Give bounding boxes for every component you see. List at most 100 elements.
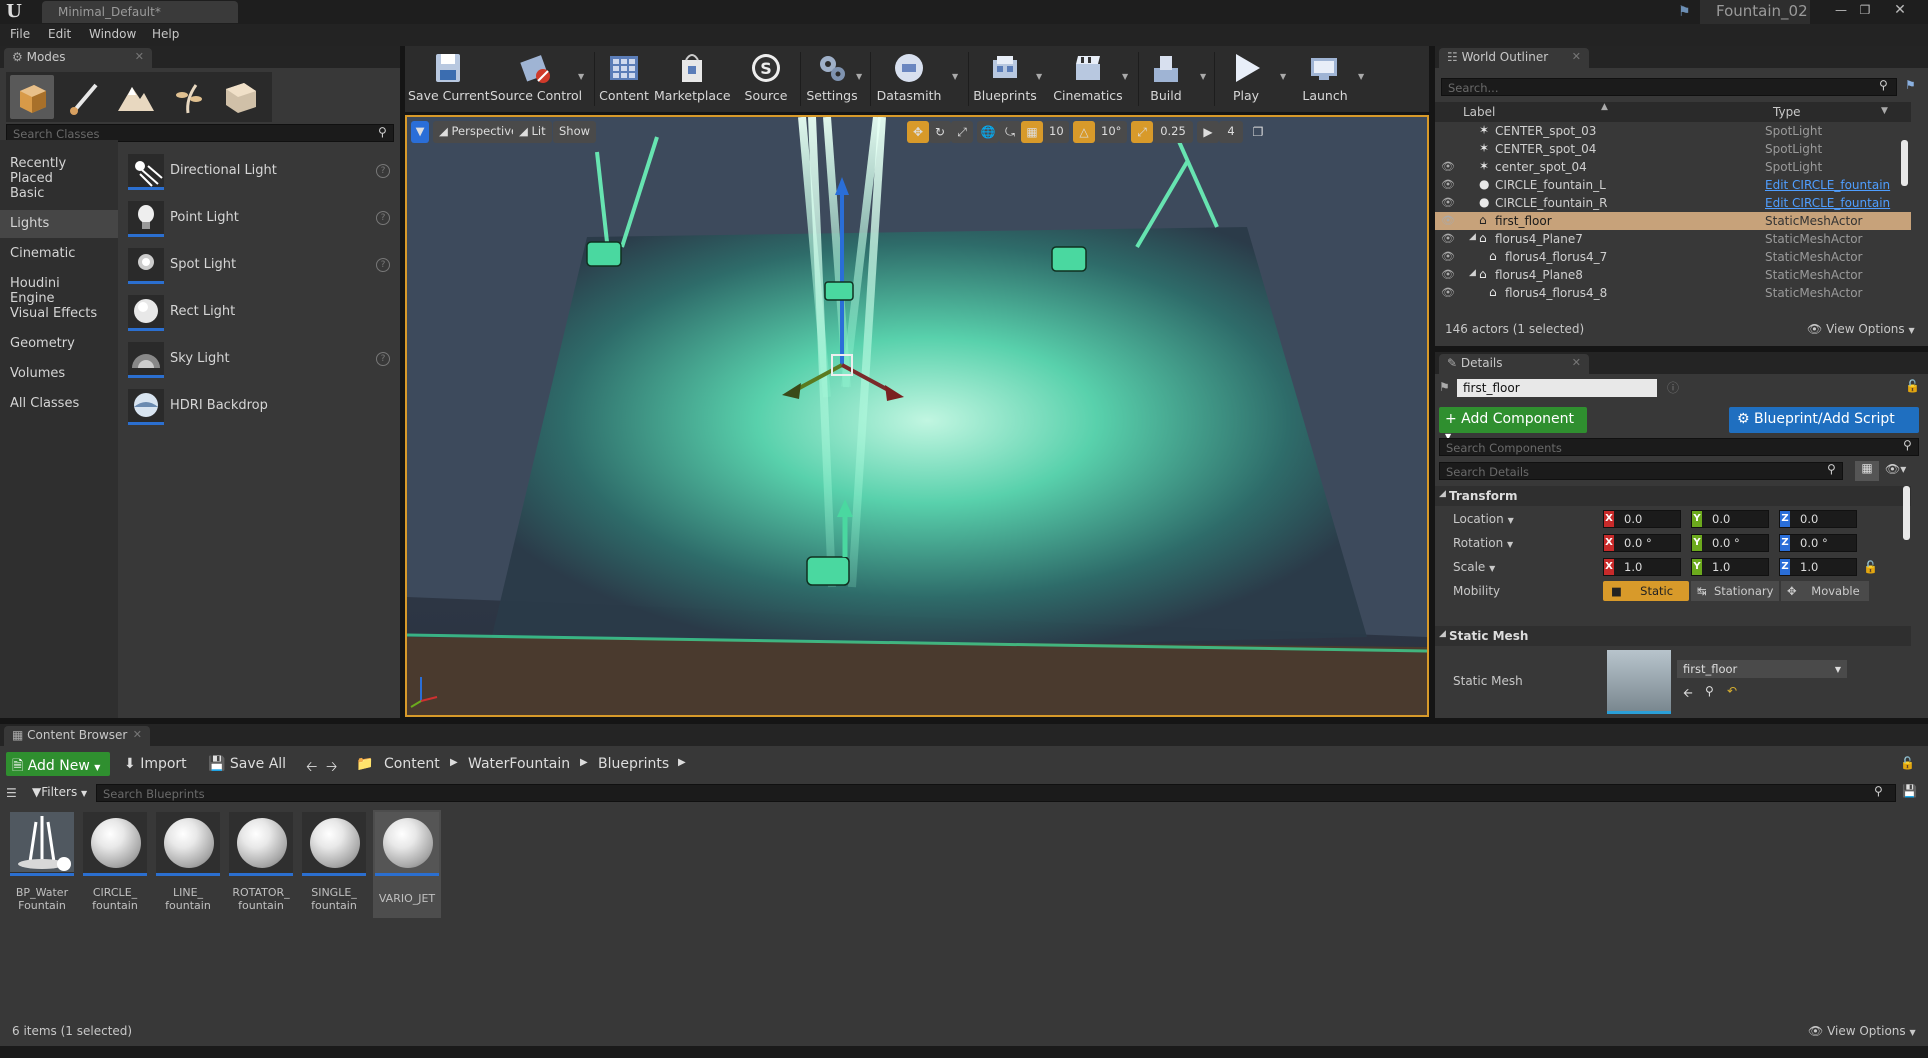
label-column-header[interactable]: Label bbox=[1463, 105, 1495, 119]
search-details-input[interactable]: Search Details bbox=[1439, 462, 1843, 480]
static-mesh-thumbnail[interactable] bbox=[1607, 650, 1671, 714]
category-cinematic[interactable]: Cinematic bbox=[0, 240, 118, 268]
minimize-icon[interactable]: — bbox=[1830, 2, 1852, 18]
outliner-options-icon[interactable]: ⚑ bbox=[1905, 78, 1916, 92]
outliner-row[interactable]: ✶ CENTER_spot_04 SpotLight bbox=[1435, 140, 1911, 158]
content-browser-tab[interactable]: ▦ Content Browser ✕ bbox=[4, 726, 150, 746]
grid-snap-icon[interactable]: ▦ bbox=[1021, 121, 1043, 143]
world-outliner-tab[interactable]: ☷ World Outliner ✕ bbox=[1439, 48, 1589, 68]
visibility-eye-icon[interactable]: 👁 bbox=[1441, 214, 1455, 227]
translate-tool-icon[interactable]: ✥ bbox=[907, 121, 929, 143]
edit-blueprint-link[interactable]: Edit CIRCLE_fountain bbox=[1765, 178, 1890, 192]
help-icon[interactable]: ? bbox=[376, 258, 390, 272]
datasmith-dropdown-icon[interactable]: ▼ bbox=[952, 72, 958, 81]
breadcrumb-content[interactable]: Content bbox=[384, 756, 440, 772]
blueprints-button[interactable]: Blueprints bbox=[972, 48, 1038, 110]
property-matrix-icon[interactable]: ▦ bbox=[1855, 461, 1879, 481]
browse-icon[interactable]: ⚲ bbox=[1705, 684, 1714, 698]
scale-lock-icon[interactable]: 🔓 bbox=[1863, 560, 1878, 574]
details-tab[interactable]: ✎ Details ✕ bbox=[1439, 354, 1589, 374]
light-item-hdri[interactable]: HDRI Backdrop bbox=[124, 385, 396, 429]
visibility-eye-icon[interactable]: 👁 bbox=[1441, 178, 1455, 191]
source-control-button[interactable]: Source Control bbox=[490, 48, 582, 110]
visibility-eye-icon[interactable]: 👁 bbox=[1441, 160, 1455, 173]
lock-icon[interactable]: 🔓 bbox=[1900, 756, 1915, 770]
lock-icon[interactable]: 🔓 bbox=[1905, 379, 1920, 393]
viewport-menu-icon[interactable]: ▼ bbox=[411, 121, 429, 143]
close-tab-icon[interactable]: ✕ bbox=[1572, 356, 1581, 369]
menu-edit[interactable]: Edit bbox=[48, 27, 71, 41]
rotation-z-field[interactable]: Z 0.0 ° bbox=[1779, 534, 1857, 552]
location-label[interactable]: Location ▼ bbox=[1453, 512, 1514, 526]
use-selected-icon[interactable]: 🡨 bbox=[1683, 684, 1693, 705]
category-basic[interactable]: Basic bbox=[0, 180, 118, 208]
content-view-options[interactable]: 👁 View Options ▼ bbox=[1808, 1024, 1916, 1038]
details-view-options-icon[interactable]: 👁▾ bbox=[1885, 462, 1906, 476]
asset-tile[interactable]: ROTATOR_ fountain bbox=[227, 810, 295, 918]
cinematics-button[interactable]: Cinematics bbox=[1052, 48, 1124, 110]
close-tab-icon[interactable]: ✕ bbox=[1572, 50, 1581, 63]
visibility-eye-icon[interactable]: 👁 bbox=[1441, 286, 1455, 299]
level-tab[interactable]: Minimal_Default* bbox=[42, 1, 238, 23]
category-volumes[interactable]: Volumes bbox=[0, 360, 118, 388]
scale-z-field[interactable]: Z 1.0 bbox=[1779, 558, 1857, 576]
category-houdini-engine[interactable]: Houdini Engine bbox=[0, 270, 118, 306]
breadcrumb-waterfountain[interactable]: WaterFountain bbox=[468, 756, 570, 772]
scale-tool-icon[interactable]: ⤢ bbox=[951, 121, 973, 143]
category-geometry[interactable]: Geometry bbox=[0, 330, 118, 358]
world-space-icon[interactable]: 🌐 bbox=[977, 121, 999, 143]
close-window-icon[interactable]: ✕ bbox=[1880, 2, 1920, 18]
import-button[interactable]: ⬇ Import bbox=[124, 756, 187, 772]
expand-arrow-icon[interactable]: ◢ bbox=[1469, 232, 1476, 242]
sources-panel-icon[interactable]: ☰ bbox=[6, 786, 17, 800]
actor-name-field[interactable]: first_floor bbox=[1457, 379, 1657, 397]
perspective-button[interactable]: ◢ Perspective bbox=[433, 121, 525, 143]
settings-dropdown-icon[interactable]: ▼ bbox=[856, 72, 862, 81]
help-icon[interactable]: ? bbox=[376, 164, 390, 178]
menu-file[interactable]: File bbox=[10, 27, 30, 41]
history-forward-icon[interactable]: 🡢 bbox=[326, 756, 337, 780]
foliage-mode-icon[interactable] bbox=[166, 75, 210, 119]
light-item-rect[interactable]: Rect Light bbox=[124, 291, 396, 335]
asset-tile[interactable]: VARIO_JET bbox=[373, 810, 441, 918]
edit-blueprint-link[interactable]: Edit CIRCLE_fountain bbox=[1765, 196, 1890, 210]
add-component-button[interactable]: + Add Component ▼ bbox=[1439, 407, 1587, 441]
category-recently-placed[interactable]: Recently Placed bbox=[0, 150, 118, 186]
source-button[interactable]: S Source bbox=[738, 48, 794, 110]
add-new-button[interactable]: 🗎 Add New ▼ bbox=[6, 752, 110, 776]
outliner-scrollbar[interactable] bbox=[1901, 140, 1908, 186]
launch-button[interactable]: Launch bbox=[1296, 48, 1354, 110]
details-scrollbar[interactable] bbox=[1903, 486, 1910, 540]
grid-snap-value[interactable]: 10 bbox=[1043, 121, 1069, 143]
column-options-icon[interactable]: ▼ bbox=[1881, 106, 1888, 116]
play-button[interactable]: Play bbox=[1222, 48, 1270, 110]
mobility-stationary-button[interactable]: ↹ Stationary bbox=[1691, 581, 1779, 601]
breadcrumb-blueprints[interactable]: Blueprints bbox=[598, 756, 669, 772]
maximize-viewport-icon[interactable]: ❐ bbox=[1247, 121, 1269, 143]
launch-dropdown-icon[interactable]: ▼ bbox=[1358, 72, 1364, 81]
camera-speed-value[interactable]: 4 bbox=[1219, 121, 1243, 143]
outliner-row[interactable]: 👁 ● CIRCLE_fountain_R Edit CIRCLE_fountain bbox=[1435, 194, 1911, 212]
help-icon[interactable]: ? bbox=[376, 352, 390, 366]
visibility-eye-icon[interactable]: 👁 bbox=[1441, 250, 1455, 263]
category-all-classes[interactable]: All Classes bbox=[0, 390, 118, 418]
save-current-button[interactable]: Save Current bbox=[408, 48, 490, 110]
mobility-movable-button[interactable]: ✥ Movable bbox=[1781, 581, 1869, 601]
close-tab-icon[interactable]: ✕ bbox=[133, 728, 142, 741]
visibility-eye-icon[interactable]: 👁 bbox=[1441, 232, 1455, 245]
light-item-sky[interactable]: Sky Light ? bbox=[124, 338, 396, 382]
search-blueprints-input[interactable]: Search Blueprints bbox=[96, 784, 1896, 802]
build-dropdown-icon[interactable]: ▼ bbox=[1200, 72, 1206, 81]
outliner-row[interactable]: 👁 ⌂ florus4_florus4_8 StaticMeshActor bbox=[1435, 284, 1911, 302]
show-button[interactable]: Show bbox=[553, 121, 597, 143]
location-z-field[interactable]: Z 0.0 bbox=[1779, 510, 1857, 528]
asset-tile[interactable]: CIRCLE_ fountain bbox=[81, 810, 149, 918]
source-control-dropdown-icon[interactable]: ▼ bbox=[578, 72, 584, 81]
outliner-row[interactable]: 👁 ⌂ florus4_florus4_7 StaticMeshActor bbox=[1435, 248, 1911, 266]
place-mode-icon[interactable] bbox=[10, 75, 54, 119]
history-back-icon[interactable]: 🡠 bbox=[306, 756, 317, 780]
info-icon[interactable]: ⓘ bbox=[1667, 379, 1679, 396]
marketplace-button[interactable]: Marketplace bbox=[654, 48, 731, 110]
play-dropdown-icon[interactable]: ▼ bbox=[1280, 72, 1286, 81]
scale-snap-value[interactable]: 0.25 bbox=[1153, 121, 1193, 143]
